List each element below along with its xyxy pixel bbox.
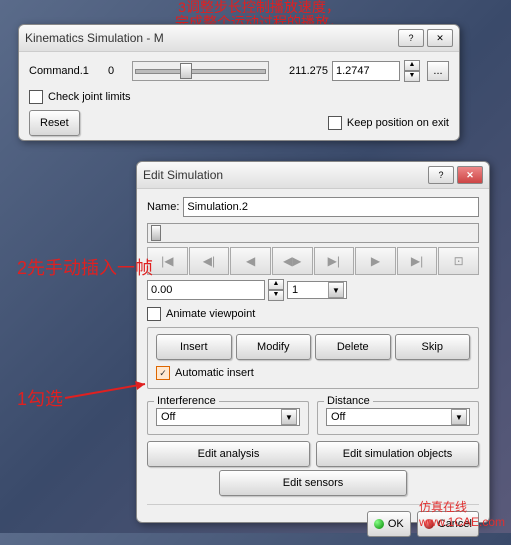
help-button[interactable]: ?: [428, 166, 454, 184]
close-button[interactable]: ✕: [457, 166, 483, 184]
interference-value: Off: [161, 411, 175, 423]
dlg1-title: Kinematics Simulation - M: [25, 31, 395, 45]
annotation-middle: 2先手动插入一帧: [17, 254, 153, 280]
media-controls: |◀ ◀| ◀ ◀▶ ▶| ▶ ▶| ⊡: [147, 247, 479, 275]
play-back-button[interactable]: ◀: [230, 247, 271, 275]
check-joint-row: Check joint limits: [29, 90, 449, 104]
slider-track: [135, 69, 266, 74]
frame-input[interactable]: [147, 280, 265, 300]
kinematics-simulation-dialog: Kinematics Simulation - M ? ✕ Command.1 …: [18, 24, 460, 141]
distance-value: Off: [331, 411, 345, 423]
distance-select[interactable]: Off ▼: [326, 408, 470, 426]
last-frame-button[interactable]: ▶|: [397, 247, 438, 275]
timeline-slider[interactable]: [147, 223, 479, 243]
name-label: Name:: [147, 201, 179, 213]
delete-button[interactable]: Delete: [315, 334, 391, 360]
skip-end-icon: ▶|: [411, 254, 423, 268]
dlg2-title: Edit Simulation: [143, 168, 425, 182]
play-back-icon: ◀: [246, 254, 255, 268]
spin-down-icon[interactable]: ▼: [404, 71, 420, 82]
command-label: Command.1: [29, 65, 104, 77]
dlg1-titlebar[interactable]: Kinematics Simulation - M ? ✕: [19, 25, 459, 52]
interference-select[interactable]: Off ▼: [156, 408, 300, 426]
range-max: 211.275: [278, 65, 328, 77]
interference-fieldset: Interference Off ▼: [147, 401, 309, 435]
automatic-insert-label: Automatic insert: [175, 367, 254, 379]
spin-down-icon[interactable]: ▼: [268, 290, 284, 301]
keep-position-checkbox[interactable]: [328, 116, 342, 130]
edit-analysis-button[interactable]: Edit analysis: [147, 441, 310, 467]
range-min: 0: [108, 65, 123, 77]
pause-button[interactable]: ◀▶: [272, 247, 313, 275]
command-value-input[interactable]: [332, 61, 400, 81]
step-fwd-icon: ▶|: [328, 254, 340, 268]
step-select[interactable]: 1 ▼: [287, 281, 347, 299]
watermark-line1: 仿真在线: [419, 498, 505, 515]
chevron-down-icon: ▼: [328, 282, 344, 298]
edit-simulation-objects-button[interactable]: Edit simulation objects: [316, 441, 479, 467]
ok-button[interactable]: OK: [367, 511, 411, 537]
actions-fieldset: Insert Modify Delete Skip ✓ Automatic in…: [147, 327, 479, 389]
check-joint-label: Check joint limits: [48, 91, 131, 103]
distance-fieldset: Distance Off ▼: [317, 401, 479, 435]
watermark: 仿真在线 www.1CAE.com: [419, 498, 505, 529]
step-back-icon: ◀|: [203, 254, 215, 268]
step-value: 1: [292, 284, 298, 296]
spin-up-icon[interactable]: ▲: [404, 60, 420, 71]
name-input[interactable]: [183, 197, 479, 217]
interference-legend: Interference: [154, 395, 219, 407]
loop-icon: ⊡: [454, 254, 464, 268]
spinner: ▲ ▼: [404, 60, 420, 82]
reset-button[interactable]: Reset: [29, 110, 80, 136]
slider-thumb[interactable]: [180, 63, 192, 79]
prev-frame-button[interactable]: ◀|: [189, 247, 230, 275]
distance-legend: Distance: [324, 395, 373, 407]
animate-viewpoint-checkbox[interactable]: [147, 307, 161, 321]
annotation-bottom: 1勾选: [17, 385, 63, 411]
command-slider[interactable]: [132, 61, 269, 81]
pause-icon: ◀▶: [283, 254, 301, 268]
edit-sensors-button[interactable]: Edit sensors: [219, 470, 407, 496]
skip-start-icon: |◀: [161, 254, 173, 268]
chevron-down-icon: ▼: [281, 409, 297, 425]
automatic-insert-checkbox[interactable]: ✓: [156, 366, 170, 380]
dlg2-titlebar[interactable]: Edit Simulation ? ✕: [137, 162, 489, 189]
first-frame-button[interactable]: |◀: [147, 247, 188, 275]
command-row: Command.1 0 211.275 ▲ ▼ ...: [29, 60, 449, 82]
skip-button[interactable]: Skip: [395, 334, 471, 360]
edit-simulation-dialog: Edit Simulation ? ✕ Name: |◀ ◀| ◀ ◀▶ ▶| …: [136, 161, 490, 523]
loop-button[interactable]: ⊡: [438, 247, 479, 275]
keep-position-label: Keep position on exit: [347, 117, 449, 129]
watermark-line2: www.1CAE.com: [419, 515, 505, 529]
play-button[interactable]: ▶: [355, 247, 396, 275]
spin-up-icon[interactable]: ▲: [268, 279, 284, 290]
next-frame-button[interactable]: ▶|: [314, 247, 355, 275]
modify-button[interactable]: Modify: [236, 334, 312, 360]
insert-button[interactable]: Insert: [156, 334, 232, 360]
check-joint-checkbox[interactable]: [29, 90, 43, 104]
more-button[interactable]: ...: [427, 61, 449, 81]
animate-viewpoint-label: Animate viewpoint: [166, 308, 255, 320]
close-button[interactable]: ✕: [427, 29, 453, 47]
help-button[interactable]: ?: [398, 29, 424, 47]
ok-icon: [374, 519, 384, 529]
chevron-down-icon: ▼: [451, 409, 467, 425]
play-icon: ▶: [371, 254, 380, 268]
annotation-top-l1: 3调整步长控制播放速度，: [175, 0, 343, 15]
